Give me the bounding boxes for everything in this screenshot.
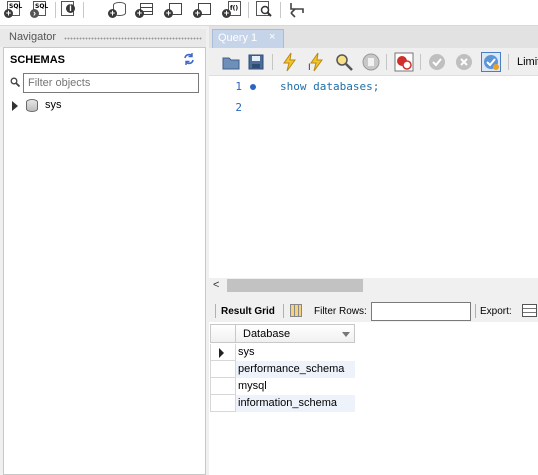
info-icon: i <box>66 4 75 13</box>
open-sql-script-button[interactable]: SQL › <box>30 1 50 19</box>
table-row[interactable]: information_schema <box>210 395 355 412</box>
autocommit-icon <box>484 55 499 70</box>
create-schema-button[interactable]: + <box>108 1 128 19</box>
tab-label: Query 1 <box>218 32 258 44</box>
create-table-button[interactable]: + <box>135 1 155 19</box>
grid-corner <box>211 325 236 342</box>
row-selector[interactable] <box>210 361 236 378</box>
plus-icon: + <box>222 8 231 18</box>
stop-hand-icon <box>362 53 380 71</box>
execute-all-button[interactable] <box>280 52 300 72</box>
reconnect-icon <box>290 3 304 18</box>
tab-query-1[interactable]: Query 1 × <box>212 29 284 48</box>
scroll-left-arrow-icon[interactable]: < <box>213 279 219 291</box>
statement-marker-icon <box>250 84 256 90</box>
filter-objects-box <box>23 73 199 93</box>
schemas-title: SCHEMAS <box>10 54 66 66</box>
expand-arrow-icon[interactable] <box>12 101 18 111</box>
save-icon <box>248 54 264 70</box>
editor-horizontal-scrollbar[interactable]: < <box>209 278 538 294</box>
stop-button[interactable] <box>361 52 381 72</box>
plus-icon: + <box>108 8 117 18</box>
new-sql-tab-button[interactable]: SQL + <box>4 1 24 19</box>
schema-label: sys <box>45 99 62 111</box>
result-grid: Database sys performance_schema mysql in… <box>209 322 538 475</box>
column-header-database[interactable]: Database <box>210 324 355 343</box>
query-tab-strip: Query 1 × <box>209 26 538 48</box>
refresh-icon[interactable] <box>183 53 195 65</box>
table-cell[interactable]: sys <box>236 344 355 361</box>
rollback-button[interactable] <box>454 52 474 72</box>
main-toolbar: SQL + SQL › i + + + + f() + <box>0 0 538 26</box>
create-procedure-button[interactable]: + <box>193 1 213 19</box>
inspector-button[interactable]: i <box>58 1 78 19</box>
filter-objects-input[interactable] <box>24 74 198 92</box>
reconnect-button[interactable] <box>287 1 307 19</box>
results-toolbar: Result Grid Filter Rows: Export: <box>209 300 538 322</box>
plus-icon: + <box>135 8 144 18</box>
create-view-button[interactable]: + <box>164 1 184 19</box>
navigator-title: Navigator <box>9 31 57 43</box>
row-selector[interactable] <box>210 395 236 412</box>
table-cell[interactable]: performance_schema <box>236 361 355 378</box>
commit-button[interactable] <box>427 52 447 72</box>
result-grid-tab[interactable]: Result Grid <box>221 306 275 317</box>
folder-icon <box>222 57 240 70</box>
export-icon[interactable] <box>522 304 537 317</box>
magnifier-icon <box>260 5 272 17</box>
svg-text:I: I <box>308 63 311 72</box>
table-row[interactable]: sys <box>210 344 355 361</box>
rollback-x-icon <box>456 54 472 70</box>
save-button[interactable] <box>246 52 266 72</box>
line-number: 1 <box>235 80 242 93</box>
plus-icon: + <box>164 8 173 18</box>
sort-arrow-icon[interactable] <box>342 332 350 337</box>
export-label: Export: <box>480 306 512 317</box>
close-icon[interactable]: × <box>269 31 275 43</box>
plus-icon: + <box>193 8 202 18</box>
column-header-label: Database <box>243 328 291 340</box>
plus-icon: + <box>4 8 13 18</box>
filter-rows-label: Filter Rows: <box>314 306 367 317</box>
execute-current-button[interactable]: I <box>307 52 327 73</box>
search-table-data-button[interactable] <box>254 1 274 19</box>
table-cell[interactable]: mysql <box>236 378 355 395</box>
limit-rows-label[interactable]: Limit <box>517 56 538 68</box>
row-selector[interactable] <box>210 344 236 361</box>
navigator-panel: SCHEMAS sys <box>3 47 206 475</box>
stop-on-error-icon <box>394 52 414 72</box>
drag-grip[interactable] <box>64 37 202 40</box>
open-file-button[interactable] <box>221 52 241 72</box>
navigator-header: Navigator <box>0 29 206 47</box>
create-function-button[interactable]: f() + <box>222 1 242 19</box>
explain-button[interactable] <box>334 52 354 72</box>
table-row[interactable]: performance_schema <box>210 361 355 378</box>
database-icon <box>26 99 38 112</box>
sql-editor[interactable]: 1 show databases; 2 <box>209 76 538 278</box>
row-selector[interactable] <box>210 378 236 395</box>
filter-rows-input[interactable] <box>371 302 471 321</box>
lightning-cursor-icon: I <box>308 52 323 73</box>
open-arrow-icon: › <box>30 9 39 18</box>
explain-magnifier-icon <box>336 54 353 71</box>
scrollbar-thumb[interactable] <box>227 279 363 292</box>
line-number: 2 <box>235 101 242 114</box>
table-cell[interactable]: information_schema <box>236 395 355 412</box>
lightning-icon <box>283 52 296 72</box>
search-icon <box>10 77 20 87</box>
autocommit-toggle-button[interactable] <box>481 52 501 72</box>
code-line[interactable]: show databases; <box>280 80 379 93</box>
schema-tree-item-sys[interactable]: sys <box>10 98 200 114</box>
table-row[interactable]: mysql <box>210 378 355 395</box>
editor-toolbar: I Limit <box>209 48 538 76</box>
grid-layout-icon[interactable] <box>290 304 302 317</box>
commit-check-icon <box>429 54 445 70</box>
current-row-pointer-icon <box>219 348 224 358</box>
toggle-stop-on-error-button[interactable] <box>394 52 414 72</box>
